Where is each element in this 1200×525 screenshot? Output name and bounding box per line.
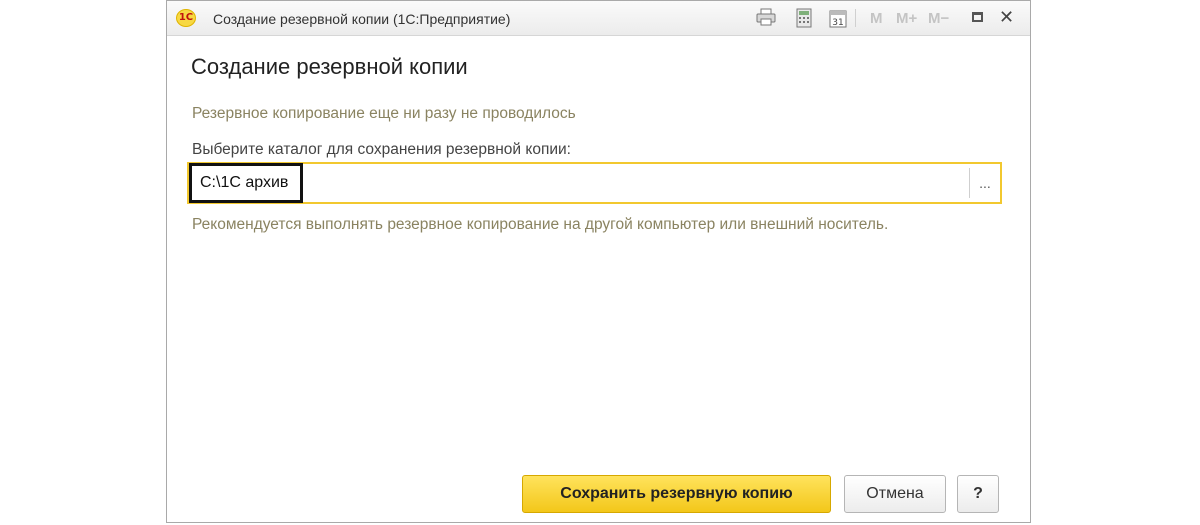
recommendation-text: Рекомендуется выполнять резервное копиро… <box>192 216 889 233</box>
catalog-input[interactable]: C:\1C архив <box>189 163 304 203</box>
print-icon[interactable] <box>755 8 777 28</box>
title-bar: 1С Создание резервной копии (1С:Предприя… <box>167 1 1030 36</box>
backup-status-text: Резервное копирование еще ни разу не про… <box>192 105 576 122</box>
memory-button[interactable]: M <box>870 10 883 27</box>
close-icon[interactable]: ✕ <box>999 7 1014 27</box>
save-backup-button[interactable]: Сохранить резервную копию <box>522 475 831 513</box>
restore-window-icon[interactable] <box>972 12 983 22</box>
toolbar-separator <box>855 9 856 27</box>
calendar-icon[interactable]: 31 <box>828 8 848 28</box>
calculator-icon[interactable] <box>794 8 814 28</box>
backup-dialog-window: 1С Создание резервной копии (1С:Предприя… <box>166 0 1031 523</box>
catalog-field[interactable]: C:\1C архив ... <box>187 162 1002 204</box>
cancel-button[interactable]: Отмена <box>844 475 946 513</box>
window-title: Создание резервной копии (1С:Предприятие… <box>213 11 511 27</box>
page-title: Создание резервной копии <box>191 54 468 79</box>
calendar-day: 31 <box>832 18 843 28</box>
catalog-label: Выберите каталог для сохранения резервно… <box>192 141 571 158</box>
memory-plus-button[interactable]: M+ <box>896 10 917 27</box>
browse-button[interactable]: ... <box>970 164 1000 202</box>
app-logo-icon: 1С <box>176 9 196 27</box>
memory-minus-button[interactable]: M− <box>928 10 949 27</box>
help-button[interactable]: ? <box>957 475 999 513</box>
